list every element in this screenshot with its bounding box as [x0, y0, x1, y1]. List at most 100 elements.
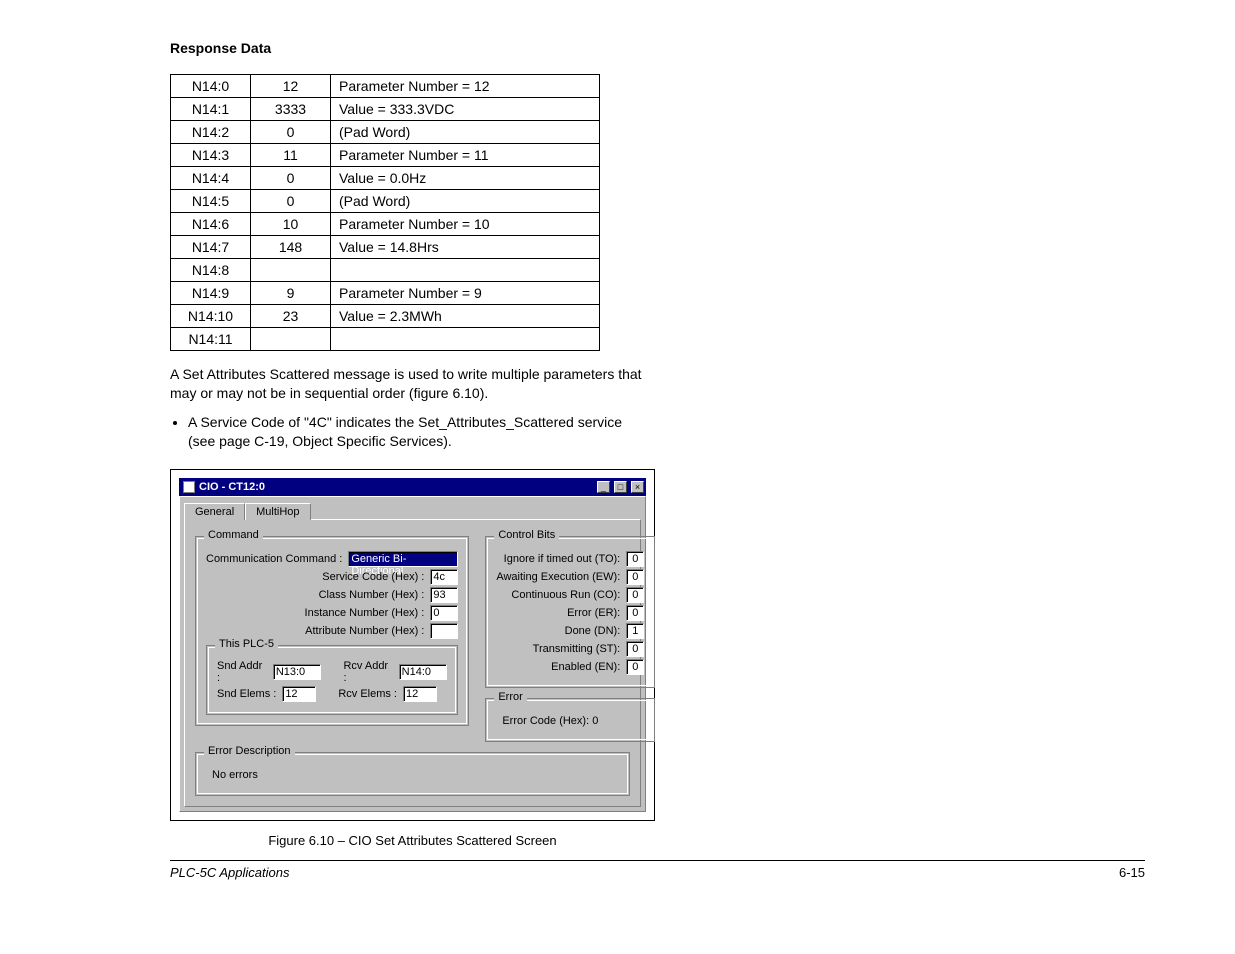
- table-cell: [251, 328, 331, 351]
- to-label: Ignore if timed out (TO):: [504, 553, 621, 565]
- instance-number-label: Instance Number (Hex) :: [305, 607, 425, 619]
- table-cell: Value = 333.3VDC: [331, 98, 600, 121]
- table-cell: N14:8: [171, 259, 251, 282]
- footer-left: PLC-5C Applications: [170, 865, 289, 880]
- error-description-text: No errors: [206, 765, 619, 785]
- table-cell: 0: [251, 190, 331, 213]
- table-cell: [331, 328, 600, 351]
- table-cell: 11: [251, 144, 331, 167]
- rcv-addr-label: Rcv Addr :: [343, 660, 392, 684]
- ew-input[interactable]: 0: [626, 569, 644, 585]
- tab-general[interactable]: General: [184, 503, 245, 520]
- snd-elems-input[interactable]: 12: [282, 686, 316, 702]
- en-label: Enabled (EN):: [551, 661, 620, 673]
- table-cell: 23: [251, 305, 331, 328]
- window-titlebar: CIO - CT12:0 _ □ ×: [179, 478, 646, 496]
- section-title: Response Data: [170, 40, 1145, 56]
- table-cell: N14:5: [171, 190, 251, 213]
- en-input[interactable]: 0: [626, 659, 644, 675]
- table-cell: Value = 14.8Hrs: [331, 236, 600, 259]
- rcv-elems-input[interactable]: 12: [403, 686, 437, 702]
- tab-bar: General MultiHop: [184, 503, 641, 520]
- control-bits-legend: Control Bits: [494, 529, 559, 541]
- table-row: N14:50(Pad Word): [171, 190, 600, 213]
- er-input[interactable]: 0: [626, 605, 644, 621]
- tab-multihop[interactable]: MultiHop: [245, 503, 310, 520]
- rcv-elems-label: Rcv Elems :: [338, 688, 397, 700]
- bullet-item: A Service Code of "4C" indicates the Set…: [188, 413, 650, 451]
- service-code-label: Service Code (Hex) :: [322, 571, 424, 583]
- table-cell: 0: [251, 121, 331, 144]
- minimize-icon[interactable]: _: [597, 481, 610, 493]
- attribute-number-label: Attribute Number (Hex) :: [305, 625, 424, 637]
- to-input[interactable]: 0: [626, 551, 644, 567]
- co-label: Continuous Run (CO):: [511, 589, 620, 601]
- screenshot-frame: CIO - CT12:0 _ □ × General MultiHop Comm…: [170, 469, 655, 821]
- command-group: Command Communication Command : Generic …: [195, 536, 469, 726]
- page-footer: PLC-5C Applications 6-15: [170, 860, 1145, 880]
- table-cell: 10: [251, 213, 331, 236]
- er-label: Error (ER):: [567, 607, 620, 619]
- table-cell: 0: [251, 167, 331, 190]
- table-cell: N14:10: [171, 305, 251, 328]
- table-row: N14:610Parameter Number = 10: [171, 213, 600, 236]
- class-number-input[interactable]: 93: [430, 587, 458, 603]
- plc5-group: This PLC-5 Snd Addr : N13:0 Rcv Addr : N…: [206, 645, 458, 715]
- window-controls: _ □ ×: [596, 481, 644, 493]
- dn-input[interactable]: 1: [626, 623, 644, 639]
- table-cell: Parameter Number = 11: [331, 144, 600, 167]
- table-row: N14:8: [171, 259, 600, 282]
- table-cell: (Pad Word): [331, 190, 600, 213]
- table-cell: 12: [251, 75, 331, 98]
- maximize-icon[interactable]: □: [614, 481, 627, 493]
- table-cell: Value = 2.3MWh: [331, 305, 600, 328]
- service-code-input[interactable]: 4c: [430, 569, 458, 585]
- table-row: N14:40Value = 0.0Hz: [171, 167, 600, 190]
- window-title: CIO - CT12:0: [199, 481, 265, 493]
- table-row: N14:20(Pad Word): [171, 121, 600, 144]
- table-row: N14:7148Value = 14.8Hrs: [171, 236, 600, 259]
- table-row: N14:012Parameter Number = 12: [171, 75, 600, 98]
- comm-cmd-input[interactable]: Generic Bi-Directional: [348, 551, 458, 567]
- command-legend: Command: [204, 529, 263, 541]
- table-row: N14:11: [171, 328, 600, 351]
- table-cell: N14:1: [171, 98, 251, 121]
- rcv-addr-input[interactable]: N14:0: [399, 664, 448, 680]
- class-number-label: Class Number (Hex) :: [319, 589, 425, 601]
- table-cell: Parameter Number = 10: [331, 213, 600, 236]
- st-label: Transmitting (ST):: [533, 643, 621, 655]
- table-cell: N14:2: [171, 121, 251, 144]
- table-cell: N14:9: [171, 282, 251, 305]
- snd-addr-input[interactable]: N13:0: [273, 664, 322, 680]
- table-row: N14:311Parameter Number = 11: [171, 144, 600, 167]
- table-cell: 148: [251, 236, 331, 259]
- table-row: N14:1023Value = 2.3MWh: [171, 305, 600, 328]
- st-input[interactable]: 0: [626, 641, 644, 657]
- co-input[interactable]: 0: [626, 587, 644, 603]
- paragraph: A Set Attributes Scattered message is us…: [170, 365, 650, 403]
- table-cell: N14:0: [171, 75, 251, 98]
- table-cell: 3333: [251, 98, 331, 121]
- dn-label: Done (DN):: [565, 625, 621, 637]
- table-row: N14:13333Value = 333.3VDC: [171, 98, 600, 121]
- table-cell: N14:7: [171, 236, 251, 259]
- error-description-group: Error Description No errors: [195, 752, 630, 796]
- app-icon: [183, 481, 195, 493]
- table-cell: Parameter Number = 12: [331, 75, 600, 98]
- snd-addr-label: Snd Addr :: [217, 660, 267, 684]
- error-group: Error Error Code (Hex): 0: [485, 698, 655, 742]
- plc5-legend: This PLC-5: [215, 638, 278, 650]
- table-cell: Value = 0.0Hz: [331, 167, 600, 190]
- footer-page-number: 6-15: [1119, 865, 1145, 880]
- table-cell: N14:6: [171, 213, 251, 236]
- attribute-number-input[interactable]: [430, 623, 458, 639]
- dialog-body: General MultiHop Command Communication C…: [179, 496, 646, 812]
- table-cell: Parameter Number = 9: [331, 282, 600, 305]
- table-cell: (Pad Word): [331, 121, 600, 144]
- table-cell: 9: [251, 282, 331, 305]
- snd-elems-label: Snd Elems :: [217, 688, 276, 700]
- instance-number-input[interactable]: 0: [430, 605, 458, 621]
- response-data-table: N14:012Parameter Number = 12N14:13333Val…: [170, 74, 600, 351]
- table-cell: [251, 259, 331, 282]
- close-icon[interactable]: ×: [631, 481, 644, 493]
